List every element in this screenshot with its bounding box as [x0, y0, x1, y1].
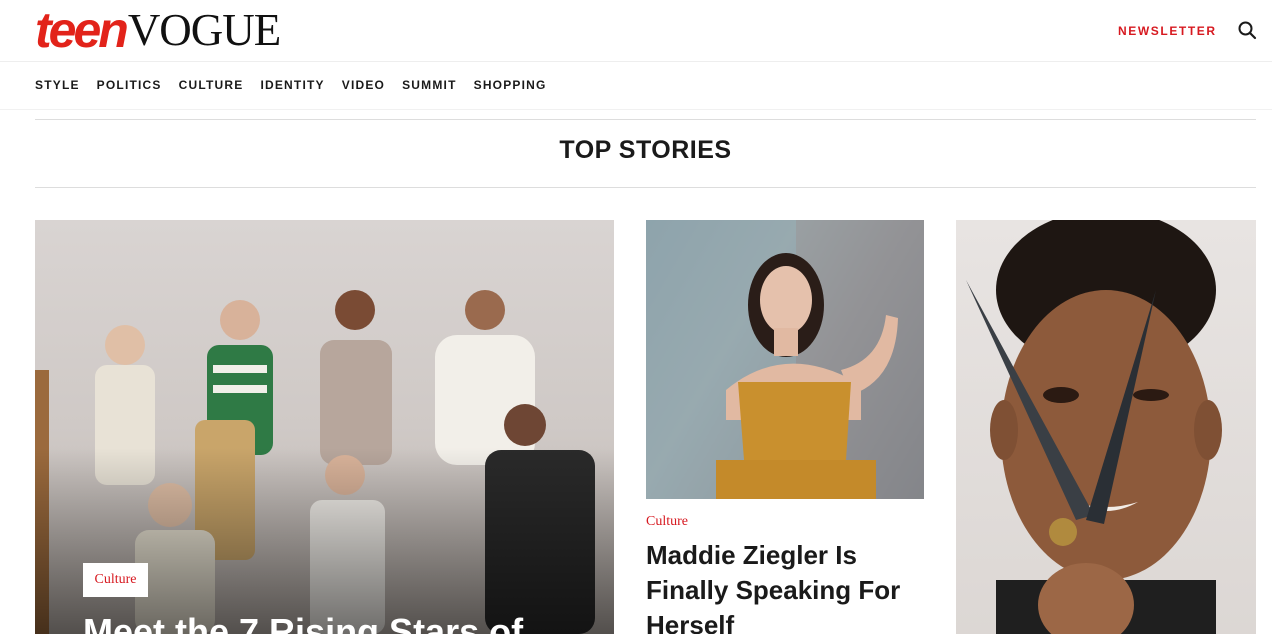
- section-rule-bottom: [35, 187, 1256, 188]
- nav-item-shopping[interactable]: SHOPPING: [474, 78, 547, 92]
- site-header: teen VOGUE NEWSLETTER: [0, 0, 1272, 62]
- nav-item-video[interactable]: VIDEO: [342, 78, 385, 92]
- teen-vogue-logo[interactable]: teen VOGUE: [35, 2, 281, 58]
- search-button[interactable]: [1236, 19, 1258, 41]
- story-headline[interactable]: Maddie Ziegler Is Finally Speaking For H…: [646, 538, 936, 634]
- category-badge[interactable]: Culture: [83, 563, 148, 597]
- story-image-scissors-portrait[interactable]: [956, 220, 1256, 634]
- portrait-illustration: [646, 220, 924, 499]
- nav-item-summit[interactable]: SUMMIT: [402, 78, 457, 92]
- nav-item-culture[interactable]: CULTURE: [179, 78, 244, 92]
- primary-nav: STYLE POLITICS CULTURE IDENTITY VIDEO SU…: [35, 78, 564, 92]
- nav-item-style[interactable]: STYLE: [35, 78, 80, 92]
- story-headline-hero[interactable]: Meet the 7 Rising Stars of: [83, 610, 603, 634]
- section-rule-top: [35, 119, 1256, 120]
- section-title: TOP STORIES: [559, 136, 732, 164]
- nav-divider: [0, 109, 1272, 110]
- scissors-portrait-illustration: [966, 220, 1222, 634]
- newsletter-link[interactable]: NEWSLETTER: [1118, 24, 1217, 38]
- nav-item-identity[interactable]: IDENTITY: [260, 78, 324, 92]
- logo-teen-text: teen: [35, 2, 129, 58]
- story-image-maddie-ziegler[interactable]: [646, 220, 924, 499]
- nav-item-politics[interactable]: POLITICS: [97, 78, 162, 92]
- logo-vogue-text: VOGUE: [127, 5, 281, 55]
- search-icon: [1238, 21, 1257, 40]
- story-category[interactable]: Culture: [646, 514, 688, 530]
